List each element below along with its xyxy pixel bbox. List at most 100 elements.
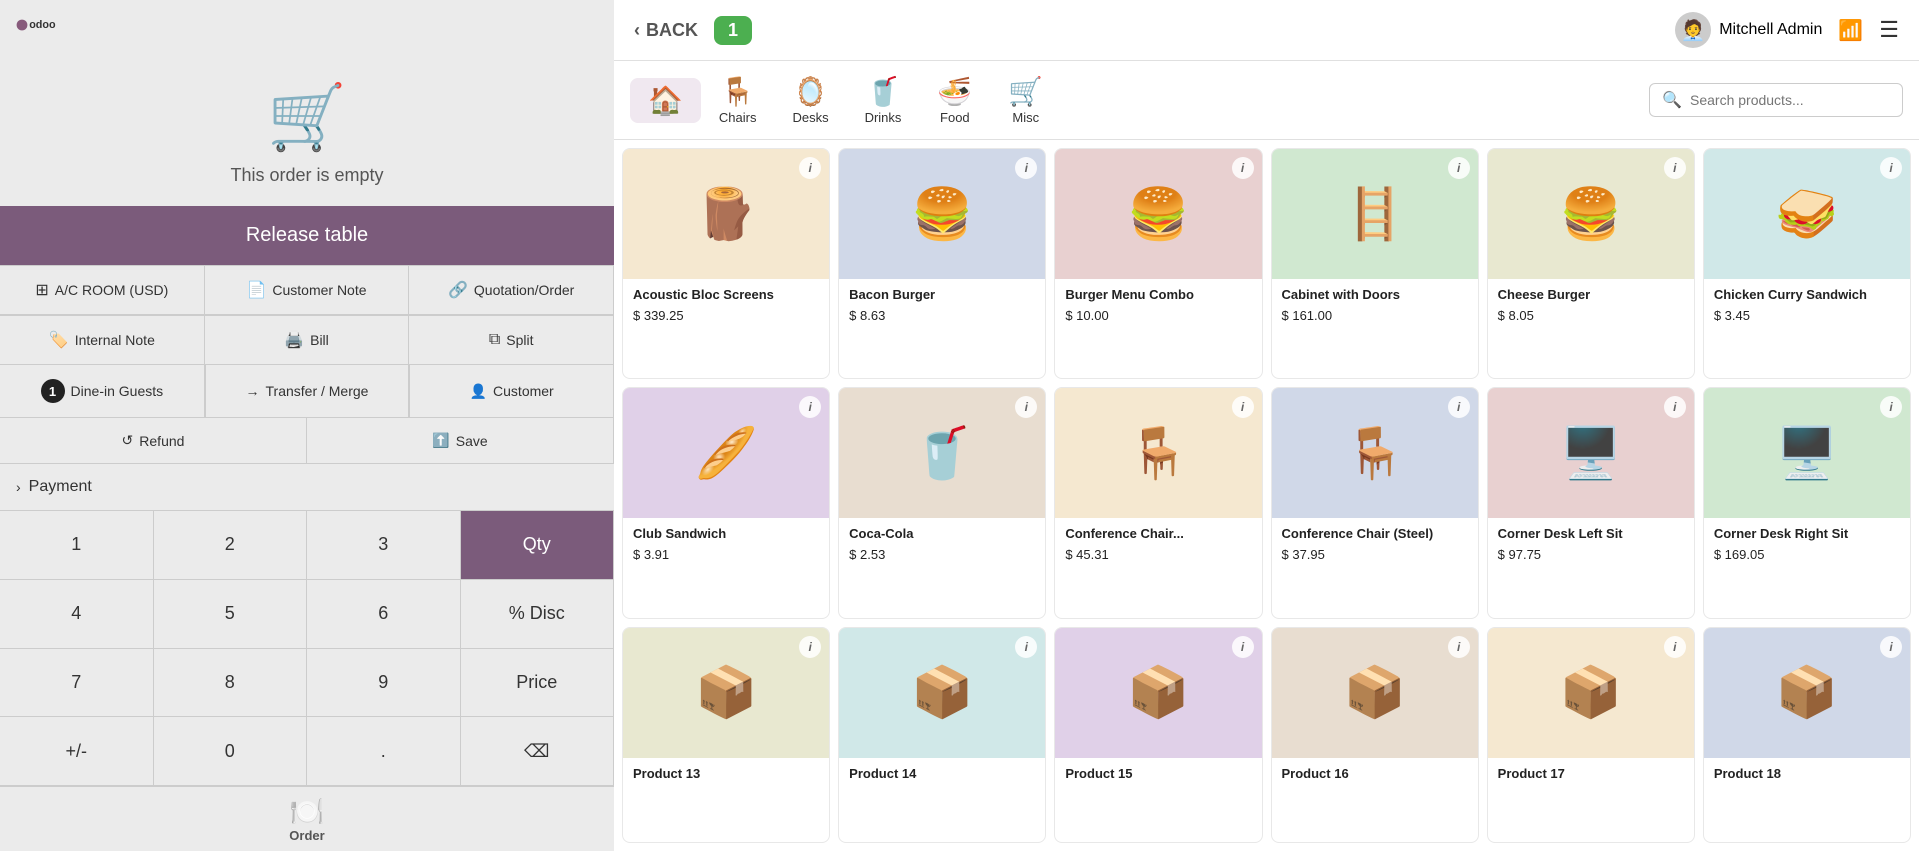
info-badge[interactable]: i [1448, 396, 1470, 418]
arrow-icon: → [246, 383, 260, 399]
product-name: Cabinet with Doors [1282, 287, 1468, 304]
product-info: Product 14 [839, 758, 1045, 797]
product-card[interactable]: 📦 i Product 13 [622, 627, 830, 843]
dine-in-guests-button[interactable]: 1 Dine-in Guests [0, 365, 205, 417]
info-badge[interactable]: i [1232, 636, 1254, 658]
category-misc[interactable]: 🛒Misc [990, 69, 1061, 131]
product-card[interactable]: 🖥️ i Corner Desk Left Sit $ 97.75 [1487, 387, 1695, 618]
info-badge[interactable]: i [1448, 157, 1470, 179]
customer-button[interactable]: 👤 Customer [409, 365, 614, 417]
wifi-icon: 📶 [1838, 18, 1863, 43]
search-input[interactable] [1690, 92, 1890, 108]
info-badge[interactable]: i [1880, 157, 1902, 179]
category-home[interactable]: 🏠 [630, 78, 701, 123]
numpad-key-4[interactable]: 4 [0, 580, 154, 649]
product-price: $ 37.95 [1282, 547, 1468, 562]
product-name: Cheese Burger [1498, 287, 1684, 304]
product-price: $ 2.53 [849, 547, 1035, 562]
odoo-logo: odoo [0, 0, 614, 50]
numpad-key-1[interactable]: 1 [0, 511, 154, 580]
product-name: Product 14 [849, 766, 1035, 783]
product-info: Conference Chair... $ 45.31 [1055, 518, 1261, 572]
product-card[interactable]: 🍔 i Cheese Burger $ 8.05 [1487, 148, 1695, 379]
numpad-key-price[interactable]: Price [461, 649, 615, 718]
info-badge[interactable]: i [799, 157, 821, 179]
product-price: $ 8.63 [849, 308, 1035, 323]
product-card[interactable]: 🥖 i Club Sandwich $ 3.91 [622, 387, 830, 618]
action-grid-row1: ⊞ A/C ROOM (USD) 📄 Customer Note 🔗 Quota… [0, 265, 614, 315]
info-badge[interactable]: i [1664, 396, 1686, 418]
back-button[interactable]: ‹ BACK [634, 20, 698, 41]
internal-note-button[interactable]: 🏷️ Internal Note [0, 316, 205, 365]
info-badge[interactable]: i [1664, 636, 1686, 658]
product-name: Chicken Curry Sandwich [1714, 287, 1900, 304]
note-icon: 📄 [246, 280, 266, 300]
order-tab[interactable]: 🍽️ Order [0, 786, 614, 851]
numpad-key-9[interactable]: 9 [307, 649, 461, 718]
numpad-key-[interactable]: +/- [0, 717, 154, 786]
save-icon: ⬆️ [432, 432, 449, 449]
numpad-key-3[interactable]: 3 [307, 511, 461, 580]
info-badge[interactable]: i [1232, 396, 1254, 418]
link-icon: 🔗 [448, 280, 468, 300]
product-card[interactable]: 📦 i Product 14 [838, 627, 1046, 843]
grid-icon: ⊞ [35, 280, 48, 300]
payment-button[interactable]: › Payment [0, 464, 614, 510]
left-panel: odoo 🛒 This order is empty Release table… [0, 0, 614, 851]
product-card[interactable]: 🪑 i Conference Chair (Steel) $ 37.95 [1271, 387, 1479, 618]
product-card[interactable]: 🍔 i Burger Menu Combo $ 10.00 [1054, 148, 1262, 379]
transfer-merge-button[interactable]: → Transfer / Merge [205, 365, 410, 417]
info-badge[interactable]: i [1015, 636, 1037, 658]
quotation-order-button[interactable]: 🔗 Quotation/Order [409, 266, 614, 315]
split-button[interactable]: ⧉ Split [409, 316, 614, 365]
numpad-key-8[interactable]: 8 [154, 649, 308, 718]
numpad-key-5[interactable]: 5 [154, 580, 308, 649]
bill-button[interactable]: 🖨️ Bill [205, 316, 410, 365]
info-badge[interactable]: i [1880, 636, 1902, 658]
product-card[interactable]: 🍔 i Bacon Burger $ 8.63 [838, 148, 1046, 379]
numpad-key-disc[interactable]: % Disc [461, 580, 615, 649]
product-card[interactable]: 🥤 i Coca-Cola $ 2.53 [838, 387, 1046, 618]
product-card[interactable]: 🥪 i Chicken Curry Sandwich $ 3.45 [1703, 148, 1911, 379]
hamburger-menu-icon[interactable]: ☰ [1879, 17, 1899, 43]
numpad-key-[interactable]: . [307, 717, 461, 786]
product-price: $ 10.00 [1065, 308, 1251, 323]
product-card[interactable]: 📦 i Product 17 [1487, 627, 1695, 843]
save-button[interactable]: ⬆️ Save [307, 418, 614, 463]
search-bar: 🔍 [1649, 83, 1903, 117]
customer-note-button[interactable]: 📄 Customer Note [205, 266, 410, 315]
info-badge[interactable]: i [1664, 157, 1686, 179]
product-price: $ 97.75 [1498, 547, 1684, 562]
numpad-key-0[interactable]: 0 [154, 717, 308, 786]
numpad-key-qty[interactable]: Qty [461, 511, 615, 580]
category-chairs[interactable]: 🪑Chairs [701, 69, 775, 131]
product-name: Product 16 [1282, 766, 1468, 783]
food-label: Food [940, 110, 970, 125]
product-card[interactable]: 🪵 i Acoustic Bloc Screens $ 339.25 [622, 148, 830, 379]
numpad-key-[interactable]: ⌫ [461, 717, 615, 786]
product-card[interactable]: 📦 i Product 16 [1271, 627, 1479, 843]
category-desks[interactable]: 🪞Desks [774, 69, 846, 131]
info-badge[interactable]: i [1448, 636, 1470, 658]
product-card[interactable]: 🪜 i Cabinet with Doors $ 161.00 [1271, 148, 1479, 379]
product-info: Conference Chair (Steel) $ 37.95 [1272, 518, 1478, 572]
product-info: Product 15 [1055, 758, 1261, 797]
product-info: Product 13 [623, 758, 829, 797]
category-drinks[interactable]: 🥤Drinks [847, 69, 920, 131]
refund-button[interactable]: ↺ Refund [0, 418, 307, 463]
category-food[interactable]: 🍜Food [919, 69, 990, 131]
product-card[interactable]: 🪑 i Conference Chair... $ 45.31 [1054, 387, 1262, 618]
product-card[interactable]: 📦 i Product 15 [1054, 627, 1262, 843]
info-badge[interactable]: i [1232, 157, 1254, 179]
info-badge[interactable]: i [799, 636, 821, 658]
release-table-button[interactable]: Release table [0, 206, 614, 265]
product-card[interactable]: 📦 i Product 18 [1703, 627, 1911, 843]
product-card[interactable]: 🖥️ i Corner Desk Right Sit $ 169.05 [1703, 387, 1911, 618]
ac-room-button[interactable]: ⊞ A/C ROOM (USD) [0, 266, 205, 315]
numpad-key-6[interactable]: 6 [307, 580, 461, 649]
numpad-key-2[interactable]: 2 [154, 511, 308, 580]
cart-icon: 🛒 [267, 80, 347, 155]
chairs-label: Chairs [719, 110, 757, 125]
numpad-key-7[interactable]: 7 [0, 649, 154, 718]
user-name: Mitchell Admin [1719, 21, 1822, 39]
